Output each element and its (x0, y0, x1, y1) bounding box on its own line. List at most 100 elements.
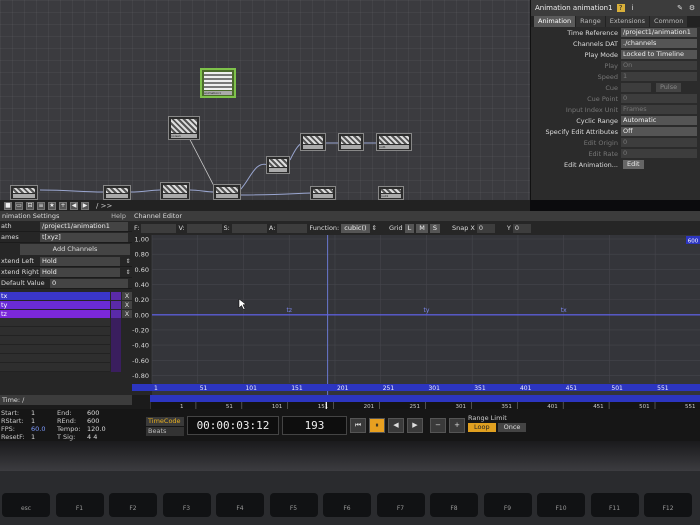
stop-icon[interactable]: ■ (4, 201, 12, 210)
back-icon[interactable]: ◀ (70, 201, 78, 210)
param-button[interactable]: Edit (623, 160, 644, 169)
operator-node[interactable]: null1 (378, 186, 404, 200)
grid-s-button[interactable]: S (429, 223, 441, 233)
param-field[interactable]: Frames (621, 105, 697, 114)
forward-icon[interactable]: ▶ (81, 201, 89, 210)
info-icon[interactable]: i (629, 4, 637, 12)
window-icon[interactable]: ▭ (15, 201, 23, 210)
add-icon[interactable]: + (59, 201, 67, 210)
param-field[interactable]: ./channels (621, 39, 697, 48)
tab-range[interactable]: Range (576, 16, 605, 27)
network-editor[interactable]: animation1 noise1 out1 null1 (0, 0, 530, 200)
param-field[interactable]: On (621, 61, 697, 70)
function-select[interactable]: cubic() (341, 223, 370, 233)
slope-field[interactable] (231, 223, 267, 233)
path-field[interactable]: /project1/animation1 (40, 221, 128, 231)
stat-value[interactable]: 600 (87, 417, 113, 425)
tab-animation[interactable]: Animation (534, 16, 576, 27)
chevron-down-icon[interactable]: ⇕ (372, 224, 377, 232)
list-icon[interactable]: ≡ (37, 201, 45, 210)
param-field[interactable]: 0 (621, 149, 697, 158)
tab-extensions[interactable]: Extensions (605, 16, 650, 27)
grid-m-button[interactable]: M (416, 223, 428, 233)
help-link[interactable]: Help (111, 212, 132, 220)
network-path[interactable]: / >> (96, 202, 112, 210)
split-icon[interactable]: ⊟ (26, 201, 34, 210)
frame-display[interactable]: 193 (282, 416, 347, 435)
channel-row[interactable]: tz X (0, 309, 132, 318)
param-field[interactable]: Automatic (621, 116, 697, 125)
param-field[interactable]: 0 (621, 138, 697, 147)
channel-row[interactable]: ty X (0, 300, 132, 309)
play-forward-button[interactable]: ▶ (407, 418, 423, 433)
frame-ruler[interactable]: 1 51 101 151 201 251 301 351 401 451 501 551 (150, 402, 700, 409)
stat-value[interactable]: 60.0 (31, 425, 57, 433)
channel-color-swatch[interactable] (111, 309, 121, 318)
star-icon[interactable]: ★ (48, 201, 56, 210)
timecode-display[interactable]: 00:00:03:12 (187, 416, 279, 435)
loop-button[interactable]: Loop (468, 423, 496, 432)
grid-l-button[interactable]: L (404, 223, 415, 233)
default-value-field[interactable]: 0 (50, 278, 128, 288)
names-row: ames t[xyz] (0, 232, 132, 243)
operator-node[interactable] (10, 185, 38, 200)
pencil-icon[interactable]: ✎ (676, 4, 684, 12)
operator-node[interactable] (160, 182, 190, 200)
stat-value[interactable]: 1 (31, 433, 57, 441)
beats-button[interactable]: Beats (146, 427, 184, 436)
timecode-button[interactable]: TimeCode (146, 417, 184, 426)
operator-node[interactable] (300, 133, 326, 151)
param-field[interactable]: Locked to Timeline (621, 50, 697, 59)
stat-value[interactable]: 1 (31, 417, 57, 425)
remove-channel-button[interactable]: X (122, 309, 132, 318)
chevron-down-icon[interactable]: ⇕ (124, 269, 132, 276)
remove-channel-button[interactable]: X (122, 291, 132, 300)
gear-icon[interactable]: ⚙ (688, 4, 696, 12)
operator-node[interactable] (266, 156, 290, 174)
operator-node[interactable] (213, 184, 241, 200)
value-field[interactable] (186, 223, 222, 233)
param-field[interactable]: /project1/animation1 (621, 28, 697, 37)
cue-field[interactable] (621, 83, 651, 92)
channel-name[interactable]: tz (0, 309, 110, 318)
operator-node[interactable] (103, 185, 131, 200)
stat-value[interactable]: 600 (87, 409, 113, 417)
extend-left-select[interactable]: Hold (40, 256, 120, 266)
once-button[interactable]: Once (497, 423, 527, 432)
pause-button[interactable]: ⏸ (369, 418, 385, 433)
tab-common[interactable]: Common (650, 16, 688, 27)
chevron-down-icon[interactable]: ⇕ (124, 258, 132, 265)
rewind-button[interactable]: ⏮ (350, 418, 366, 433)
channel-name[interactable]: ty (0, 300, 110, 309)
help-icon[interactable]: ? (616, 4, 625, 12)
channel-name[interactable]: tx (0, 291, 110, 300)
channel-color-swatch[interactable] (111, 300, 121, 309)
param-button[interactable]: Pulse (656, 83, 682, 92)
stat-value[interactable]: 120.0 (87, 425, 113, 433)
stat-value[interactable]: 4 4 (87, 433, 113, 441)
operator-node[interactable] (338, 133, 364, 151)
channel-graph[interactable]: 1.00 0.80 0.60 0.40 0.20 0.00 -0.20 -0.40 -0.60 -… (132, 235, 700, 395)
frame-field[interactable] (141, 223, 177, 233)
channel-row[interactable]: tx X (0, 291, 132, 300)
extend-right-select[interactable]: Hold (40, 267, 120, 277)
names-field[interactable]: t[xyz] (40, 232, 128, 242)
time-ruler[interactable] (150, 395, 700, 402)
param-field[interactable]: 0 (621, 94, 697, 103)
param-field[interactable]: 1 (621, 72, 697, 81)
remove-channel-button[interactable]: X (122, 300, 132, 309)
param-field[interactable]: Off (621, 127, 697, 136)
accel-field[interactable] (277, 223, 308, 233)
frame-plus-button[interactable]: + (449, 418, 465, 433)
output-node[interactable]: out1 (376, 133, 412, 151)
animation-node[interactable]: animation1 (200, 68, 236, 98)
frame-minus-button[interactable]: − (430, 418, 446, 433)
add-channels-button[interactable]: Add Channels (20, 244, 130, 255)
step-back-button[interactable]: ◀ (388, 418, 404, 433)
channel-color-swatch[interactable] (111, 291, 121, 300)
snap-x-field[interactable]: 0 (476, 223, 495, 233)
snap-y-field[interactable]: 0 (512, 223, 531, 233)
operator-node[interactable]: noise1 (168, 116, 200, 140)
operator-node[interactable] (310, 186, 336, 200)
stat-value[interactable]: 1 (31, 409, 57, 417)
